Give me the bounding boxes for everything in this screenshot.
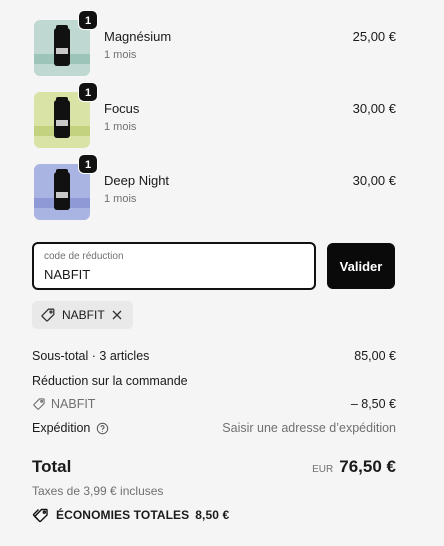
shipping-value: Saisir une adresse d’expédition bbox=[222, 421, 396, 435]
cart-item: 1 Deep Night 1 mois 30,00 € bbox=[34, 154, 396, 220]
close-icon[interactable] bbox=[111, 309, 123, 321]
order-discount-label: Réduction sur la commande bbox=[32, 374, 188, 388]
taxes-note: Taxes de 3,99 € incluses bbox=[32, 484, 164, 498]
tags-icon bbox=[32, 507, 50, 523]
tag-icon bbox=[40, 307, 56, 323]
product-name: Deep Night bbox=[104, 173, 170, 188]
subtotal-label: Sous-total · 3 articles bbox=[32, 349, 150, 363]
shipping-label: Expédition bbox=[32, 421, 91, 435]
quantity-badge: 1 bbox=[78, 154, 98, 174]
discount-value: – 8,50 € bbox=[350, 397, 396, 411]
currency-code: EUR bbox=[312, 464, 334, 475]
product-variant: 1 mois bbox=[104, 193, 137, 205]
order-discount-row: Réduction sur la commande bbox=[32, 374, 396, 388]
product-price: 30,00 € bbox=[352, 173, 396, 188]
help-circle-icon[interactable] bbox=[96, 422, 109, 435]
applied-discount-chip: NABFIT bbox=[32, 301, 133, 329]
discount-code-label: code de réduction bbox=[44, 251, 124, 262]
product-name: Magnésium bbox=[104, 29, 172, 44]
subtotal-value: 85,00 € bbox=[354, 349, 396, 363]
total-amount: 76,50 € bbox=[339, 457, 396, 476]
quantity-badge: 1 bbox=[78, 10, 98, 30]
discount-code-row: NABFIT – 8,50 € bbox=[32, 397, 396, 411]
subtotal-row: Sous-total · 3 articles 85,00 € bbox=[32, 349, 396, 363]
cart-item: 1 Magnésium 1 mois 25,00 € bbox=[34, 10, 396, 76]
applied-discount-code: NABFIT bbox=[62, 308, 105, 322]
product-name: Focus bbox=[104, 101, 140, 116]
total-value: EUR 76,50 € bbox=[312, 457, 396, 477]
tag-icon bbox=[32, 397, 46, 411]
apply-discount-button[interactable]: Valider bbox=[327, 243, 395, 289]
product-price: 25,00 € bbox=[352, 29, 396, 44]
product-price: 30,00 € bbox=[352, 101, 396, 116]
discount-code-field[interactable]: code de réduction bbox=[32, 242, 316, 290]
total-savings: ÉCONOMIES TOTALES 8,50 € bbox=[32, 507, 229, 523]
cart-item: 1 Focus 1 mois 30,00 € bbox=[34, 82, 396, 148]
savings-value: 8,50 € bbox=[195, 508, 230, 522]
summary-discount-code: NABFIT bbox=[51, 397, 96, 411]
savings-label: ÉCONOMIES TOTALES bbox=[56, 508, 190, 522]
shipping-row: Expédition Saisir une adresse d’expéditi… bbox=[32, 421, 396, 435]
total-label: Total bbox=[32, 457, 72, 476]
product-variant: 1 mois bbox=[104, 121, 137, 133]
quantity-badge: 1 bbox=[78, 82, 98, 102]
discount-code-input[interactable] bbox=[44, 265, 294, 283]
product-variant: 1 mois bbox=[104, 49, 137, 61]
